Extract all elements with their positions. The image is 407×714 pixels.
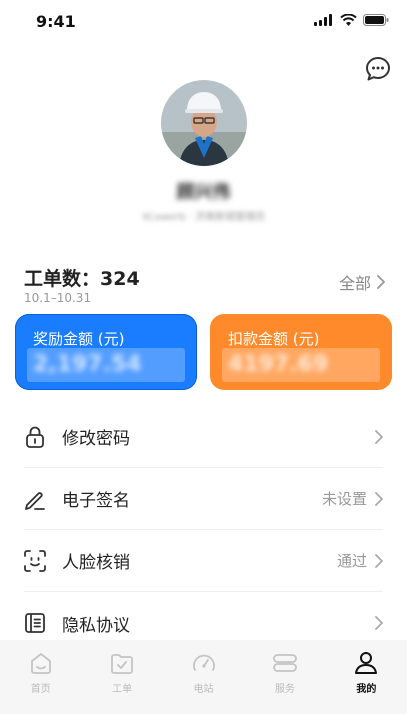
- tab-label: 电站: [193, 684, 214, 695]
- chevron-right-icon: [375, 553, 383, 568]
- status-time: 9:41: [36, 12, 76, 31]
- reward-title: 奖励金额 (元): [33, 330, 125, 348]
- menu-item-label: 电子签名: [62, 491, 130, 511]
- avatar[interactable]: [161, 80, 247, 166]
- deduction-title: 扣款金额 (元): [228, 330, 320, 348]
- user-name: 顾兴伟: [176, 182, 231, 203]
- person-icon: [355, 652, 378, 674]
- menu-item-value: 通过: [336, 552, 367, 570]
- signal-icon: [314, 14, 332, 26]
- chevron-right-icon: [375, 491, 383, 506]
- menu-item-label: 人脸核销: [62, 553, 130, 573]
- menu-item-face-verification[interactable]: 人脸核销 通过: [24, 530, 383, 592]
- deduction-card[interactable]: 扣款金额 (元) 4197.69: [210, 314, 392, 390]
- tab-mine[interactable]: 我的: [326, 640, 407, 714]
- clipboard-icon: [111, 654, 134, 674]
- reward-card[interactable]: 奖励金额 (元) 2,197.54: [15, 314, 197, 390]
- menu-item-e-signature[interactable]: 电子签名 未设置: [24, 468, 383, 530]
- chevron-right-icon: [375, 616, 383, 630]
- menu-item-change-password[interactable]: 修改密码: [24, 406, 383, 468]
- menu-item-label: 修改密码: [62, 429, 130, 449]
- order-count: 工单数：324: [24, 268, 140, 290]
- tab-home[interactable]: 首页: [0, 640, 81, 714]
- tab-label: 服务: [274, 684, 295, 695]
- wifi-icon: [340, 14, 357, 26]
- avatar-photo: [161, 80, 247, 166]
- order-date-range: 10.1–10.31: [24, 291, 92, 305]
- lock-icon: [24, 426, 46, 448]
- reward-value: 2,197.54: [33, 352, 142, 377]
- tab-service[interactable]: 服务: [244, 640, 325, 714]
- chevron-right-icon: [375, 429, 383, 444]
- tab-label: 首页: [30, 684, 51, 695]
- tab-work-orders[interactable]: 工单: [81, 640, 162, 714]
- deduction-value: 4197.69: [228, 352, 329, 377]
- tab-power-station[interactable]: 电站: [163, 640, 244, 714]
- home-icon: [30, 653, 51, 674]
- all-orders-link[interactable]: 全部: [339, 270, 385, 294]
- tab-label: 工单: [112, 684, 133, 695]
- menu-item-value: 未设置: [321, 490, 367, 508]
- menu-item-label: 隐私协议: [62, 615, 130, 636]
- chevron-right-icon: [377, 275, 385, 289]
- document-icon: [24, 612, 46, 634]
- pen-icon: [24, 488, 46, 510]
- face-scan-icon: [24, 549, 46, 572]
- message-button[interactable]: [365, 56, 391, 82]
- chat-bubble-icon: [366, 57, 390, 81]
- gauge-icon: [192, 654, 215, 671]
- status-icons: [314, 14, 389, 26]
- bottom-tab-bar: 首页 工单 电站 服务 我的: [0, 640, 407, 714]
- all-orders-label: 全部: [338, 274, 371, 293]
- status-bar: 9:41: [0, 0, 407, 44]
- user-subtitle: XCawerb · 济南新城管理员: [141, 212, 266, 223]
- settings-menu: 修改密码 电子签名 未设置 人脸核销 通过 隐私协议: [24, 406, 383, 654]
- battery-icon: [363, 14, 389, 26]
- service-icon: [273, 654, 297, 672]
- tab-label: 我的: [356, 684, 377, 695]
